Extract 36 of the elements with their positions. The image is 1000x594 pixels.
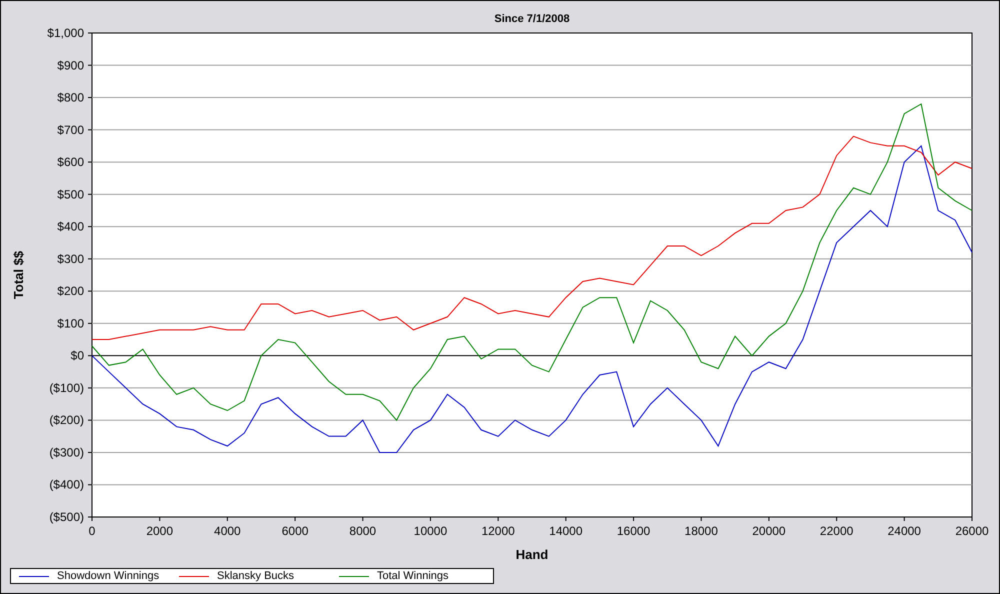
y-tick-label: ($500) bbox=[49, 510, 84, 524]
y-tick-label: $300 bbox=[57, 252, 84, 266]
x-tick-label: 24000 bbox=[888, 524, 921, 538]
x-tick-label: 14000 bbox=[549, 524, 583, 538]
y-tick-label: $900 bbox=[57, 58, 84, 72]
x-tick-label: 0 bbox=[88, 524, 96, 538]
x-tick-label: 12000 bbox=[481, 524, 515, 538]
x-tick-label: 26000 bbox=[955, 524, 989, 538]
y-tick-label: $0 bbox=[70, 348, 84, 363]
x-tick-label: 16000 bbox=[616, 524, 650, 538]
y-tick-label: $500 bbox=[57, 187, 84, 202]
y-tick-label: $200 bbox=[57, 284, 84, 298]
y-tick-label: $700 bbox=[57, 122, 84, 137]
x-tick-label: 6000 bbox=[282, 524, 308, 538]
x-tick-label: 2000 bbox=[146, 524, 174, 538]
y-tick-label: $600 bbox=[57, 155, 84, 170]
x-tick-label: 8000 bbox=[349, 524, 376, 538]
x-tick-label: 18000 bbox=[684, 524, 718, 538]
y-tick-label: ($200) bbox=[49, 413, 84, 428]
x-tick-label: 22000 bbox=[820, 524, 854, 538]
x-tick-label: 10000 bbox=[414, 524, 448, 538]
y-tick-label: $800 bbox=[57, 90, 84, 105]
x-tick-label: 20000 bbox=[752, 524, 786, 538]
y-tick-label: ($400) bbox=[49, 478, 84, 492]
y-tick-label: ($100) bbox=[49, 380, 84, 395]
y-tick-label: $100 bbox=[57, 316, 84, 330]
legend-label: Showdown Winnings bbox=[57, 570, 160, 582]
y-axis-title: Total $$ bbox=[11, 250, 26, 300]
x-axis-title: Hand bbox=[516, 547, 548, 562]
legend-label: Sklansky Bucks bbox=[217, 570, 294, 582]
legend-label: Total Winnings bbox=[377, 570, 449, 582]
y-tick-label: ($300) bbox=[49, 445, 84, 460]
y-tick-label: $400 bbox=[57, 220, 84, 234]
x-tick-label: 4000 bbox=[214, 524, 241, 538]
y-tick-label: $1,000 bbox=[47, 26, 84, 40]
chart-title: Since 7/1/2008 bbox=[494, 13, 570, 25]
